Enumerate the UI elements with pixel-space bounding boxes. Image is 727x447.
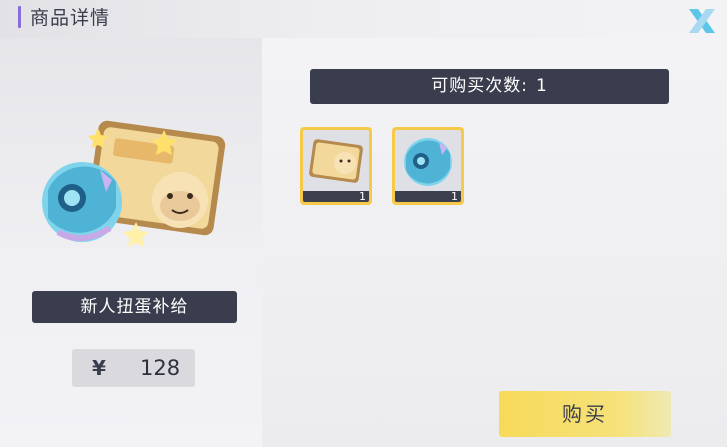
product-hero-image [42,120,226,247]
reward-item-slot[interactable]: 1 [392,127,464,205]
page-title: 商品详情 [30,7,111,29]
purchase-count-label: 可购买次数: [431,76,528,96]
reward-item-quantity: 1 [451,190,458,202]
reward-item-quantity: 1 [359,190,366,202]
buy-button[interactable]: 购买 [499,391,671,437]
reward-item-slot[interactable]: 1 [300,127,372,205]
header: 商品详情 [0,0,727,38]
capsule-art [42,162,122,242]
gacha-capsule-icon [404,138,452,186]
currency-symbol: ¥ [92,356,106,380]
product-name: 新人扭蛋补给 [32,291,237,323]
purchase-count-bar: 可购买次数: 1 [310,69,669,104]
price-value: 128 [140,356,181,380]
purchase-count-value: 1 [535,76,548,96]
reward-item-frame: 1 [395,130,461,202]
title-accent [18,6,21,28]
reward-item-frame: 1 [303,130,369,202]
close-icon[interactable] [686,6,718,36]
dog-ticket-icon [309,139,363,183]
